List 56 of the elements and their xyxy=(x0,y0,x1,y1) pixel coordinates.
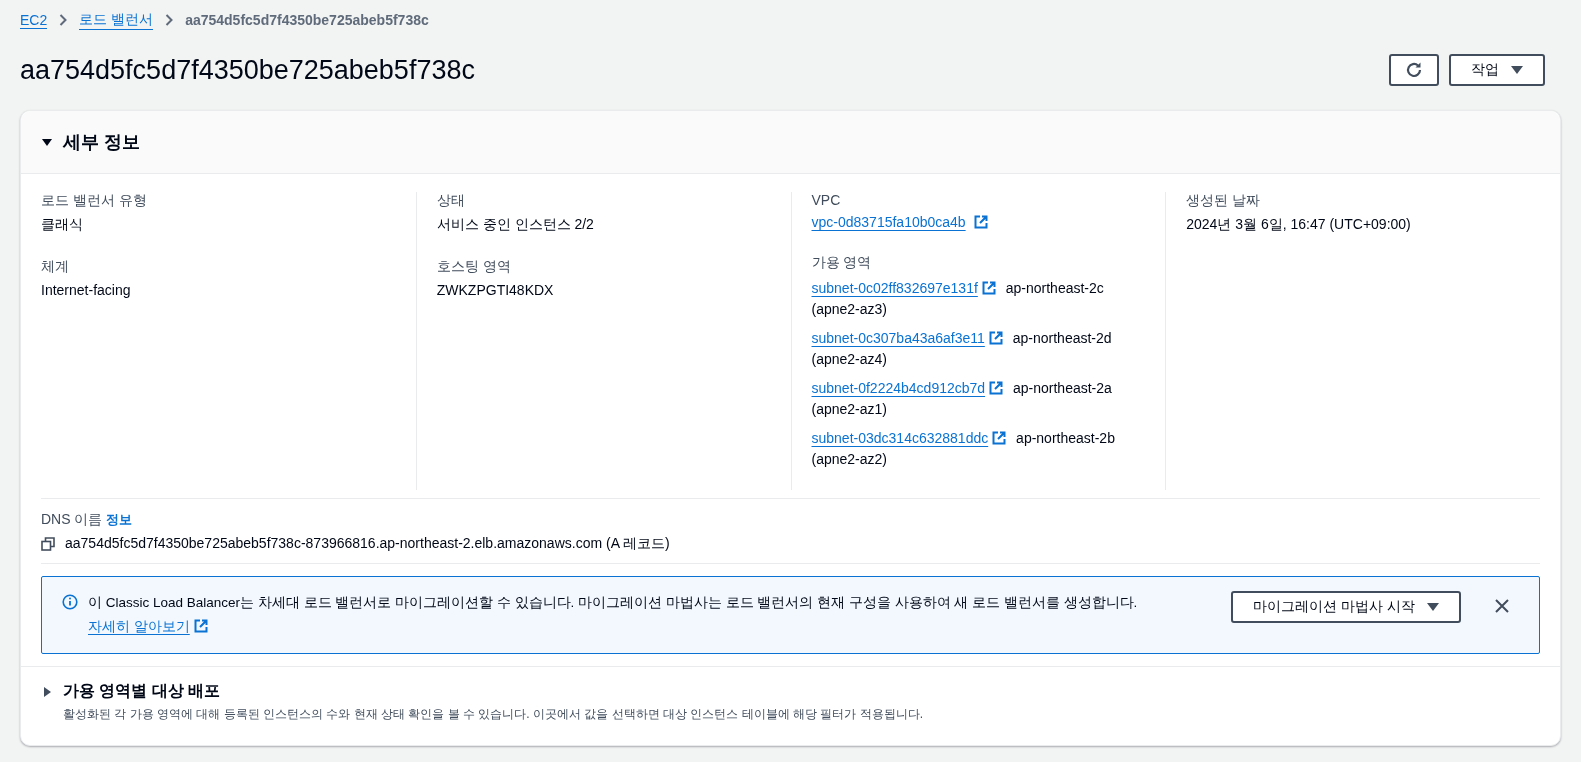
field-label: 체계 xyxy=(41,258,70,276)
zone-name: ap-northeast-2b xyxy=(1016,430,1115,446)
zone-name: ap-northeast-2a xyxy=(1013,380,1112,396)
breadcrumb-link[interactable]: 로드 밸런서 xyxy=(79,10,154,30)
field-label: 가용 영역 xyxy=(811,254,873,272)
external-link-icon[interactable] xyxy=(981,281,996,295)
zone-id: (apne2-az3) xyxy=(811,300,888,319)
breadcrumb-link[interactable]: EC2 xyxy=(20,11,48,29)
field-label: 호스팅 영역 xyxy=(436,258,512,276)
zone-id: (apne2-az2) xyxy=(811,450,888,469)
field-value: Internet-facing xyxy=(41,282,132,298)
subnet-link[interactable]: subnet-0c307ba43a6af3e11 xyxy=(811,330,985,346)
caret-down-icon xyxy=(1511,65,1523,75)
external-link-icon[interactable] xyxy=(988,331,1003,345)
migration-wizard-button[interactable]: 마이그레이션 마법사 시작 xyxy=(1231,591,1461,623)
learn-more-link[interactable]: 자세히 알아보기 xyxy=(88,619,190,634)
actions-dropdown-button[interactable]: 작업 xyxy=(1449,54,1545,86)
info-link[interactable]: 정보 xyxy=(106,512,133,527)
field-value: 2024년 3월 6일, 16:47 (UTC+09:00) xyxy=(1186,216,1412,234)
field-label: 상태 xyxy=(436,192,466,210)
caret-down-icon xyxy=(1427,602,1439,612)
external-link-icon[interactable] xyxy=(989,381,1004,395)
section-heading[interactable]: 가용 영역별 대상 배포 xyxy=(63,681,221,702)
field-label: DNS 이름 xyxy=(41,511,103,527)
subnet-link[interactable]: subnet-0f2224b4cd912cb7d xyxy=(811,380,986,396)
copy-icon[interactable] xyxy=(41,537,55,551)
caret-down-icon[interactable] xyxy=(41,136,53,148)
vpc-link[interactable]: vpc-0d83715fa10b0ca4b xyxy=(811,214,966,230)
refresh-icon xyxy=(1405,61,1423,79)
section-heading[interactable]: 세부 정보 xyxy=(63,130,140,154)
field-value: 서비스 중인 인스턴스 2/2 xyxy=(436,216,595,234)
field-value: 클래식 xyxy=(41,216,84,234)
refresh-button[interactable] xyxy=(1389,54,1439,86)
subnet-link[interactable]: subnet-0c02ff832697e131f xyxy=(811,280,978,296)
zone-name: ap-northeast-2c xyxy=(1005,280,1104,296)
external-link-icon[interactable] xyxy=(193,619,208,633)
alert-message: 이 Classic Load Balancer는 차세대 로드 밸런서로 마이그레이션할 수 있습니다. 마이그레이션 마법사는 로드 밸런서의 현재 구성을 사용하여 새 로드 밸런서를 생성합니다. 자세히 알아보기 xyxy=(88,594,1139,636)
zone-id: (apne2-az4) xyxy=(811,350,888,369)
info-icon xyxy=(62,594,78,610)
breadcrumb-current: aa754d5fc5d7f4350be725abeb5f738c xyxy=(185,12,429,28)
field-label: 로드 밸런서 유형 xyxy=(41,192,148,210)
field-label: 생성된 날짜 xyxy=(1186,192,1262,210)
field-value: ZWKZPGTI48KDX xyxy=(436,282,555,298)
external-link-icon[interactable] xyxy=(973,215,988,229)
page-title: aa754d5fc5d7f4350be725abeb5f738c xyxy=(20,54,475,86)
chevron-right-icon xyxy=(59,14,68,26)
zone-id: (apne2-az1) xyxy=(811,400,888,419)
close-icon[interactable] xyxy=(1495,599,1509,613)
section-description: 활성화된 각 가용 영역에 대해 등록된 인스턴스의 수와 현재 상태 확인을 볼 수 있습니다. 이곳에서 값을 선택하면 대상 인스턴스 테이블에 해당 필터가 적용됩니다. xyxy=(63,706,924,723)
subnet-link[interactable]: subnet-03dc314c632881ddc xyxy=(811,430,989,446)
dns-name: aa754d5fc5d7f4350be725abeb5f738c-873966816.ap-northeast-2.elb.amazonaws.com (A 레코드) xyxy=(65,535,670,553)
field-label: VPC xyxy=(811,192,842,208)
caret-right-icon[interactable] xyxy=(41,685,53,698)
external-link-icon[interactable] xyxy=(992,431,1007,445)
zone-name: ap-northeast-2d xyxy=(1012,330,1112,346)
chevron-right-icon xyxy=(165,14,174,26)
